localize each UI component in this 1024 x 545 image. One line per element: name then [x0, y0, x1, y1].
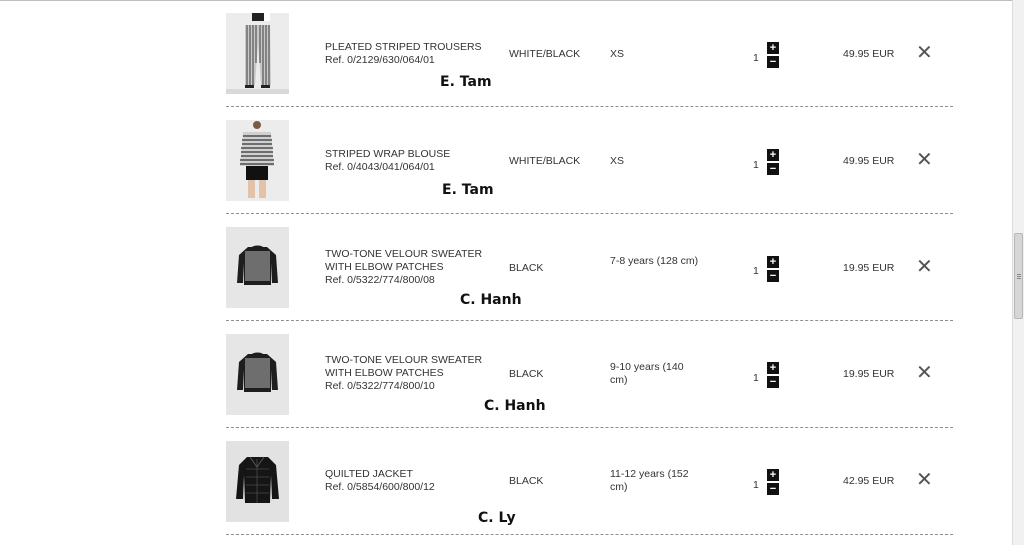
product-price: 19.95 EUR — [843, 368, 895, 380]
close-icon[interactable]: ✕ — [916, 150, 933, 170]
minus-icon[interactable]: − — [767, 376, 779, 388]
product-price: 19.95 EUR — [843, 262, 895, 274]
product-name[interactable]: TWO-TONE VELOUR SWEATER WITH ELBOW PATCH… — [325, 248, 482, 273]
sweater-photo — [226, 227, 289, 308]
product-size: 11-12 years (152 cm) — [610, 468, 689, 493]
product-image[interactable] — [226, 13, 289, 94]
handwritten-annotation: C. Ly — [478, 510, 516, 526]
row-divider — [226, 534, 953, 535]
cart-row: QUILTED JACKET Ref. 0/5854/600/800/12 BL… — [0, 428, 1012, 535]
scrollbar-thumb[interactable] — [1014, 233, 1023, 319]
sweater-photo — [226, 334, 289, 415]
product-size: XS — [610, 48, 625, 60]
close-icon[interactable]: ✕ — [916, 257, 933, 277]
quantity-stepper: + − — [767, 149, 779, 177]
striped-trousers-photo — [226, 13, 289, 94]
product-color: BLACK — [509, 475, 544, 487]
product-size: 7-8 years (128 cm) — [610, 255, 699, 267]
handwritten-annotation: C. Hanh — [460, 292, 522, 308]
striped-blouse-photo — [226, 120, 289, 201]
product-image[interactable] — [226, 227, 289, 308]
product-name[interactable]: PLEATED STRIPED TROUSERS — [325, 41, 482, 53]
quantity-value: 1 — [753, 372, 759, 384]
plus-icon[interactable]: + — [767, 362, 779, 374]
product-color: BLACK — [509, 368, 544, 380]
quantity-stepper: + − — [767, 362, 779, 390]
minus-icon[interactable]: − — [767, 270, 779, 282]
plus-icon[interactable]: + — [767, 256, 779, 268]
product-ref: Ref. 0/4043/041/064/01 — [325, 161, 435, 173]
product-price: 42.95 EUR — [843, 475, 895, 487]
quantity-value: 1 — [753, 479, 759, 491]
product-image[interactable] — [226, 120, 289, 201]
quilted-jacket-photo — [226, 441, 289, 522]
plus-icon[interactable]: + — [767, 469, 779, 481]
product-name[interactable]: STRIPED WRAP BLOUSE — [325, 148, 450, 160]
quantity-value: 1 — [753, 52, 759, 64]
plus-icon[interactable]: + — [767, 149, 779, 161]
vertical-scrollbar[interactable] — [1012, 0, 1024, 545]
grip-icon — [1017, 274, 1021, 275]
product-color: WHITE/BLACK — [509, 155, 581, 167]
quantity-stepper: + − — [767, 256, 779, 284]
product-name-block: TWO-TONE VELOUR SWEATER WITH ELBOW PATCH… — [325, 354, 495, 393]
product-name-block: STRIPED WRAP BLOUSE Ref. 0/4043/041/064/… — [325, 148, 495, 174]
close-icon[interactable]: ✕ — [916, 363, 933, 383]
cart-row: PLEATED STRIPED TROUSERS Ref. 0/2129/630… — [0, 0, 1012, 107]
product-name-block: QUILTED JACKET Ref. 0/5854/600/800/12 — [325, 468, 495, 494]
minus-icon[interactable]: − — [767, 483, 779, 495]
handwritten-annotation: E. Tam — [442, 182, 494, 198]
product-price: 49.95 EUR — [843, 48, 895, 60]
cart-row: TWO-TONE VELOUR SWEATER WITH ELBOW PATCH… — [0, 321, 1012, 428]
product-price: 49.95 EUR — [843, 155, 895, 167]
quantity-stepper: + − — [767, 469, 779, 497]
quantity-stepper: + − — [767, 42, 779, 70]
handwritten-annotation: C. Hanh — [484, 398, 546, 414]
product-color: BLACK — [509, 262, 544, 274]
product-size: 9-10 years (140 cm) — [610, 361, 684, 386]
handwritten-annotation: E. Tam — [440, 74, 492, 90]
product-color: WHITE/BLACK — [509, 48, 581, 60]
close-icon[interactable]: ✕ — [916, 43, 933, 63]
product-ref: Ref. 0/2129/630/064/01 — [325, 54, 435, 66]
minus-icon[interactable]: − — [767, 163, 779, 175]
quantity-value: 1 — [753, 159, 759, 171]
product-ref: Ref. 0/5854/600/800/12 — [325, 481, 435, 493]
product-name[interactable]: TWO-TONE VELOUR SWEATER WITH ELBOW PATCH… — [325, 354, 482, 379]
product-name-block: TWO-TONE VELOUR SWEATER WITH ELBOW PATCH… — [325, 248, 495, 287]
cart-row: TWO-TONE VELOUR SWEATER WITH ELBOW PATCH… — [0, 214, 1012, 321]
product-ref: Ref. 0/5322/774/800/10 — [325, 380, 435, 392]
quantity-value: 1 — [753, 265, 759, 277]
minus-icon[interactable]: − — [767, 56, 779, 68]
plus-icon[interactable]: + — [767, 42, 779, 54]
product-image[interactable] — [226, 334, 289, 415]
product-name-block: PLEATED STRIPED TROUSERS Ref. 0/2129/630… — [325, 41, 495, 67]
cart-row: STRIPED WRAP BLOUSE Ref. 0/4043/041/064/… — [0, 107, 1012, 214]
product-image[interactable] — [226, 441, 289, 522]
close-icon[interactable]: ✕ — [916, 470, 933, 490]
product-ref: Ref. 0/5322/774/800/08 — [325, 274, 435, 286]
product-size: XS — [610, 155, 625, 167]
product-name[interactable]: QUILTED JACKET — [325, 468, 413, 480]
